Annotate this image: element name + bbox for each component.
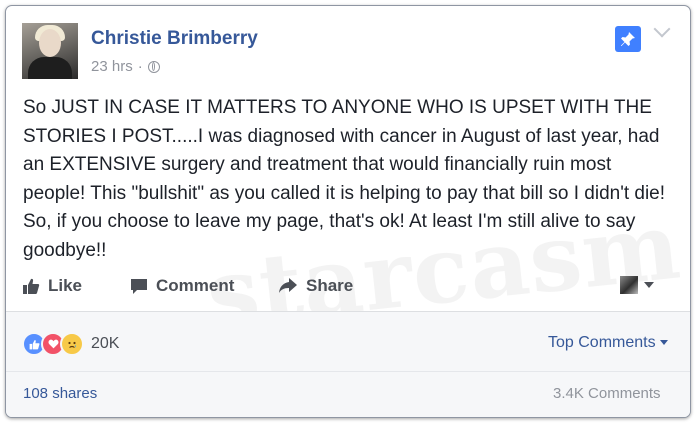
- author-avatar[interactable]: [22, 23, 78, 79]
- share-button[interactable]: Share: [278, 276, 353, 296]
- divider: [6, 371, 690, 372]
- pin-icon: [621, 32, 635, 46]
- comment-sort-label: Top Comments: [548, 334, 656, 351]
- pin-button[interactable]: [615, 26, 641, 52]
- avatar-face: [39, 29, 61, 57]
- comment-icon: [131, 279, 147, 294]
- avatar-body: [28, 57, 72, 79]
- reaction-count: 20K: [91, 335, 120, 352]
- post-timestamp[interactable]: 23 hrs: [91, 58, 133, 75]
- caret-down-icon: [644, 282, 654, 288]
- like-button[interactable]: Like: [22, 276, 82, 296]
- post-meta: 23 hrs ·: [91, 58, 160, 75]
- page-avatar-icon: [620, 276, 638, 294]
- post-text: So JUST IN CASE IT MATTERS TO ANYONE WHO…: [23, 97, 666, 261]
- share-label: Share: [306, 276, 354, 295]
- reactions-summary[interactable]: 20K: [22, 332, 119, 356]
- meta-separator: ·: [137, 58, 143, 75]
- sad-icon: [60, 332, 84, 356]
- globe-icon[interactable]: [147, 60, 160, 73]
- comment-button[interactable]: Comment: [130, 276, 234, 296]
- comment-label: Comment: [156, 276, 235, 295]
- post-as-selector[interactable]: [620, 276, 654, 294]
- author-name[interactable]: Christie Brimberry: [91, 28, 258, 50]
- chevron-down-icon[interactable]: [653, 20, 671, 38]
- like-label: Like: [48, 276, 83, 295]
- share-icon: [279, 278, 297, 293]
- thumbs-up-icon: [23, 278, 40, 294]
- comments-count[interactable]: 3.4K Comments: [553, 385, 661, 402]
- engagement-section: 20K Top Comments 108 shares 3.4K Comment…: [6, 312, 690, 417]
- post-card: Christie Brimberry 23 hrs · starcasm So …: [5, 5, 691, 418]
- comment-sort-dropdown[interactable]: Top Comments: [548, 334, 668, 352]
- action-bar: Like Comment Share: [6, 276, 690, 312]
- shares-count[interactable]: 108 shares: [23, 385, 97, 402]
- caret-down-icon: [659, 340, 668, 346]
